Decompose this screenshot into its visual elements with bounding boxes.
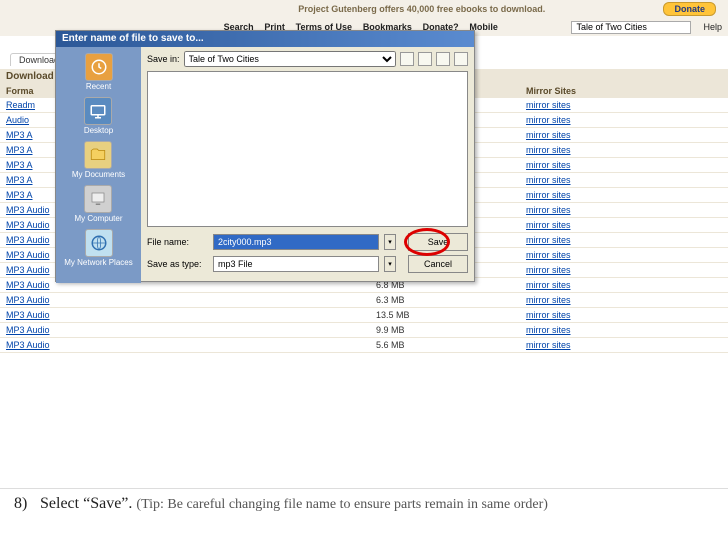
instruction-caption: 8) Select “Save”. (Tip: Be careful chang… bbox=[0, 488, 728, 546]
sidebar-item-mynet[interactable]: My Network Places bbox=[64, 229, 132, 267]
views-icon[interactable] bbox=[454, 52, 468, 66]
save-type-label: Save as type: bbox=[147, 259, 207, 269]
format-link[interactable]: MP3 Audio bbox=[0, 293, 370, 308]
desktop-icon bbox=[84, 97, 112, 125]
mirror-link[interactable]: mirror sites bbox=[520, 158, 728, 173]
mirror-link[interactable]: mirror sites bbox=[520, 113, 728, 128]
mirror-link[interactable]: mirror sites bbox=[520, 263, 728, 278]
file-list-area[interactable] bbox=[147, 71, 468, 227]
col-mirror: Mirror Sites bbox=[520, 84, 728, 98]
save-type-select[interactable]: mp3 File bbox=[213, 256, 379, 272]
back-icon[interactable] bbox=[400, 52, 414, 66]
top-bar: Project Gutenberg offers 40,000 free ebo… bbox=[0, 0, 728, 18]
dialog-title: Enter name of file to save to... bbox=[56, 31, 474, 47]
sidebar-item-mydocs[interactable]: My Documents bbox=[72, 141, 125, 179]
file-size: 6.3 MB bbox=[370, 293, 520, 308]
sidebar-item-label: Desktop bbox=[84, 126, 113, 135]
search-input[interactable] bbox=[571, 21, 691, 34]
up-icon[interactable] bbox=[418, 52, 432, 66]
instruction-number: 8) bbox=[14, 495, 36, 513]
mirror-link[interactable]: mirror sites bbox=[520, 173, 728, 188]
mirror-link[interactable]: mirror sites bbox=[520, 128, 728, 143]
mirror-link[interactable]: mirror sites bbox=[520, 338, 728, 353]
recent-icon bbox=[85, 53, 113, 81]
table-row: MP3 Audio13.5 MBmirror sites bbox=[0, 308, 728, 323]
mynet-icon bbox=[85, 229, 113, 257]
file-name-dropdown-icon[interactable]: ▾ bbox=[384, 234, 396, 250]
mirror-link[interactable]: mirror sites bbox=[520, 188, 728, 203]
mirror-link[interactable]: mirror sites bbox=[520, 143, 728, 158]
table-row: MP3 Audio9.9 MBmirror sites bbox=[0, 323, 728, 338]
cancel-button[interactable]: Cancel bbox=[408, 255, 468, 273]
tagline: Project Gutenberg offers 40,000 free ebo… bbox=[0, 4, 663, 14]
mycomp-icon bbox=[84, 185, 112, 213]
help-link[interactable]: Help bbox=[703, 22, 722, 32]
newfolder-icon[interactable] bbox=[436, 52, 450, 66]
mirror-link[interactable]: mirror sites bbox=[520, 293, 728, 308]
file-name-label: File name: bbox=[147, 237, 207, 247]
table-row: MP3 Audio6.3 MBmirror sites bbox=[0, 293, 728, 308]
format-link[interactable]: MP3 Audio bbox=[0, 308, 370, 323]
file-size: 9.9 MB bbox=[370, 323, 520, 338]
sidebar-item-recent[interactable]: Recent bbox=[85, 53, 113, 91]
save-in-label: Save in: bbox=[147, 54, 180, 64]
mirror-link[interactable]: mirror sites bbox=[520, 248, 728, 263]
format-link[interactable]: MP3 Audio bbox=[0, 323, 370, 338]
sidebar-item-desktop[interactable]: Desktop bbox=[84, 97, 113, 135]
mirror-link[interactable]: mirror sites bbox=[520, 233, 728, 248]
file-size: 5.6 MB bbox=[370, 338, 520, 353]
sidebar-item-label: My Documents bbox=[72, 170, 125, 179]
mirror-link[interactable]: mirror sites bbox=[520, 308, 728, 323]
mydocs-icon bbox=[84, 141, 112, 169]
sidebar-item-label: My Computer bbox=[74, 214, 122, 223]
dialog-sidebar: Recent Desktop My Documents My Computer My N… bbox=[56, 47, 141, 283]
save-type-dropdown-icon[interactable]: ▾ bbox=[384, 256, 396, 272]
sidebar-item-label: Recent bbox=[85, 82, 113, 91]
save-in-select[interactable]: Tale of Two Cities bbox=[184, 51, 396, 67]
mirror-link[interactable]: mirror sites bbox=[520, 98, 728, 113]
table-row: MP3 Audio5.6 MBmirror sites bbox=[0, 338, 728, 353]
mirror-link[interactable]: mirror sites bbox=[520, 203, 728, 218]
save-dialog: Enter name of file to save to... Recent D… bbox=[55, 30, 475, 282]
format-link[interactable]: MP3 Audio bbox=[0, 338, 370, 353]
mirror-link[interactable]: mirror sites bbox=[520, 323, 728, 338]
mirror-link[interactable]: mirror sites bbox=[520, 218, 728, 233]
instruction-main: Select “Save”. bbox=[40, 495, 132, 512]
donate-button[interactable]: Donate bbox=[663, 2, 716, 16]
file-name-input[interactable]: 2city000.mp3 bbox=[213, 234, 379, 250]
instruction-tip: (Tip: Be careful changing file name to e… bbox=[136, 497, 548, 512]
sidebar-item-label: My Network Places bbox=[64, 258, 132, 267]
save-button[interactable]: Save bbox=[408, 233, 468, 251]
sidebar-item-mycomp[interactable]: My Computer bbox=[74, 185, 122, 223]
mirror-link[interactable]: mirror sites bbox=[520, 278, 728, 293]
file-size: 13.5 MB bbox=[370, 308, 520, 323]
